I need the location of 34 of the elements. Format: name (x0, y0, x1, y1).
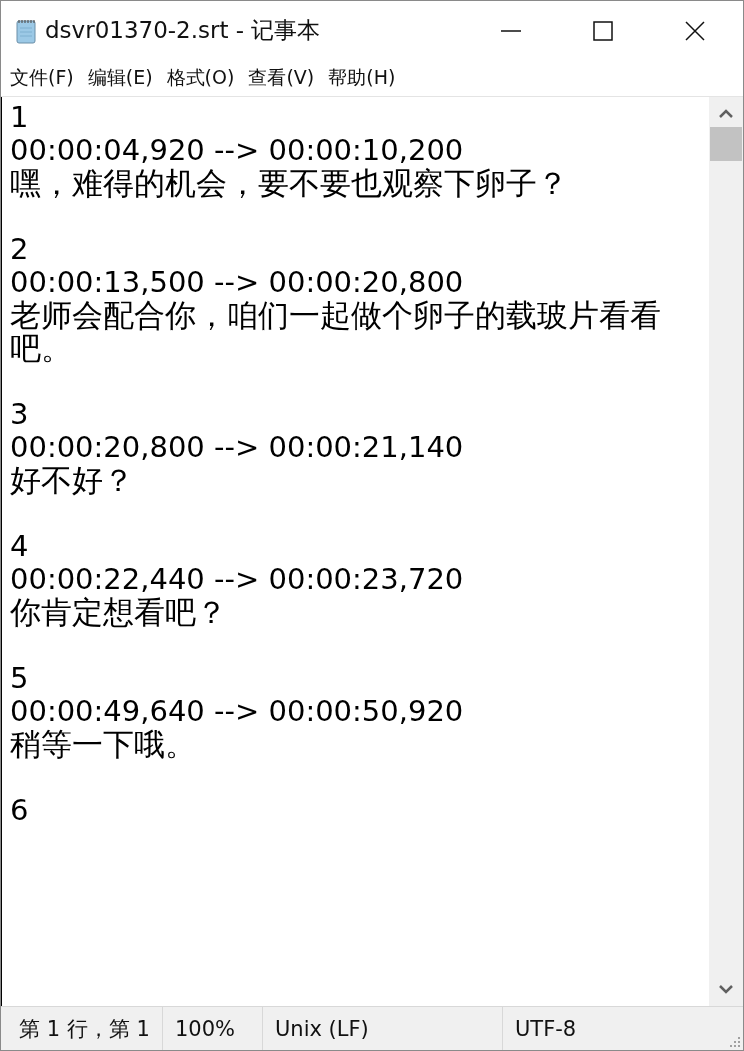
subtitle-timing: 00:00:04,920 --> 00:00:10,200 (10, 134, 465, 167)
subtitle-timing: 00:00:13,500 --> 00:00:20,800 (10, 266, 465, 299)
resize-grip-icon[interactable] (729, 1036, 741, 1048)
menu-item[interactable]: 查看(V) (248, 65, 315, 91)
scroll-up-icon[interactable] (719, 109, 733, 119)
subtitle-text: 嘿，难得的机会，要不要也观察下卵子？ (10, 167, 569, 200)
menu-item[interactable]: 编辑(E) (87, 65, 153, 91)
subtitle-timing: 00:00:20,800 --> 00:00:21,140 (10, 431, 465, 464)
subtitle-index: 3 (10, 398, 30, 431)
scroll-thumb[interactable] (710, 127, 742, 161)
subtitle-timing: 00:00:49,640 --> 00:00:50,920 (10, 695, 465, 728)
menu-item[interactable]: 文件(F) (10, 65, 74, 91)
subtitle-timing: 00:00:22,440 --> 00:00:23,720 (10, 563, 465, 596)
subtitle-index: 1 (10, 101, 30, 134)
close-icon[interactable] (685, 20, 705, 41)
subtitle-text: 你肯定想看吧？ (10, 596, 228, 629)
status-field: UTF-8 (503, 1007, 729, 1050)
subtitle-text: 老师会配合你，咱们一起做个卵子的载玻片看看吧。 (10, 299, 662, 365)
status-field: 100% (163, 1007, 263, 1050)
subtitle-text: 好不好？ (10, 464, 135, 497)
maximize-icon[interactable] (593, 20, 613, 41)
status-field: 第 1 行，第 1 (1, 1007, 163, 1050)
status-field: Unix (LF) (263, 1007, 503, 1050)
menu-item[interactable]: 帮助(H) (328, 65, 396, 91)
subtitle-index: 5 (10, 662, 30, 695)
window-title: dsvr01370-2.srt - 记事本 (45, 16, 322, 45)
scroll-down-icon[interactable] (719, 984, 733, 994)
subtitle-index: 4 (10, 530, 30, 563)
subtitle-text: 稍等一下哦。 (10, 728, 197, 761)
subtitle-index: 6 (10, 794, 30, 827)
notepad-icon (15, 17, 37, 44)
menu-item[interactable]: 格式(O) (166, 65, 235, 91)
subtitle-index: 2 (10, 233, 30, 266)
vertical-scrollbar[interactable] (709, 97, 743, 1006)
